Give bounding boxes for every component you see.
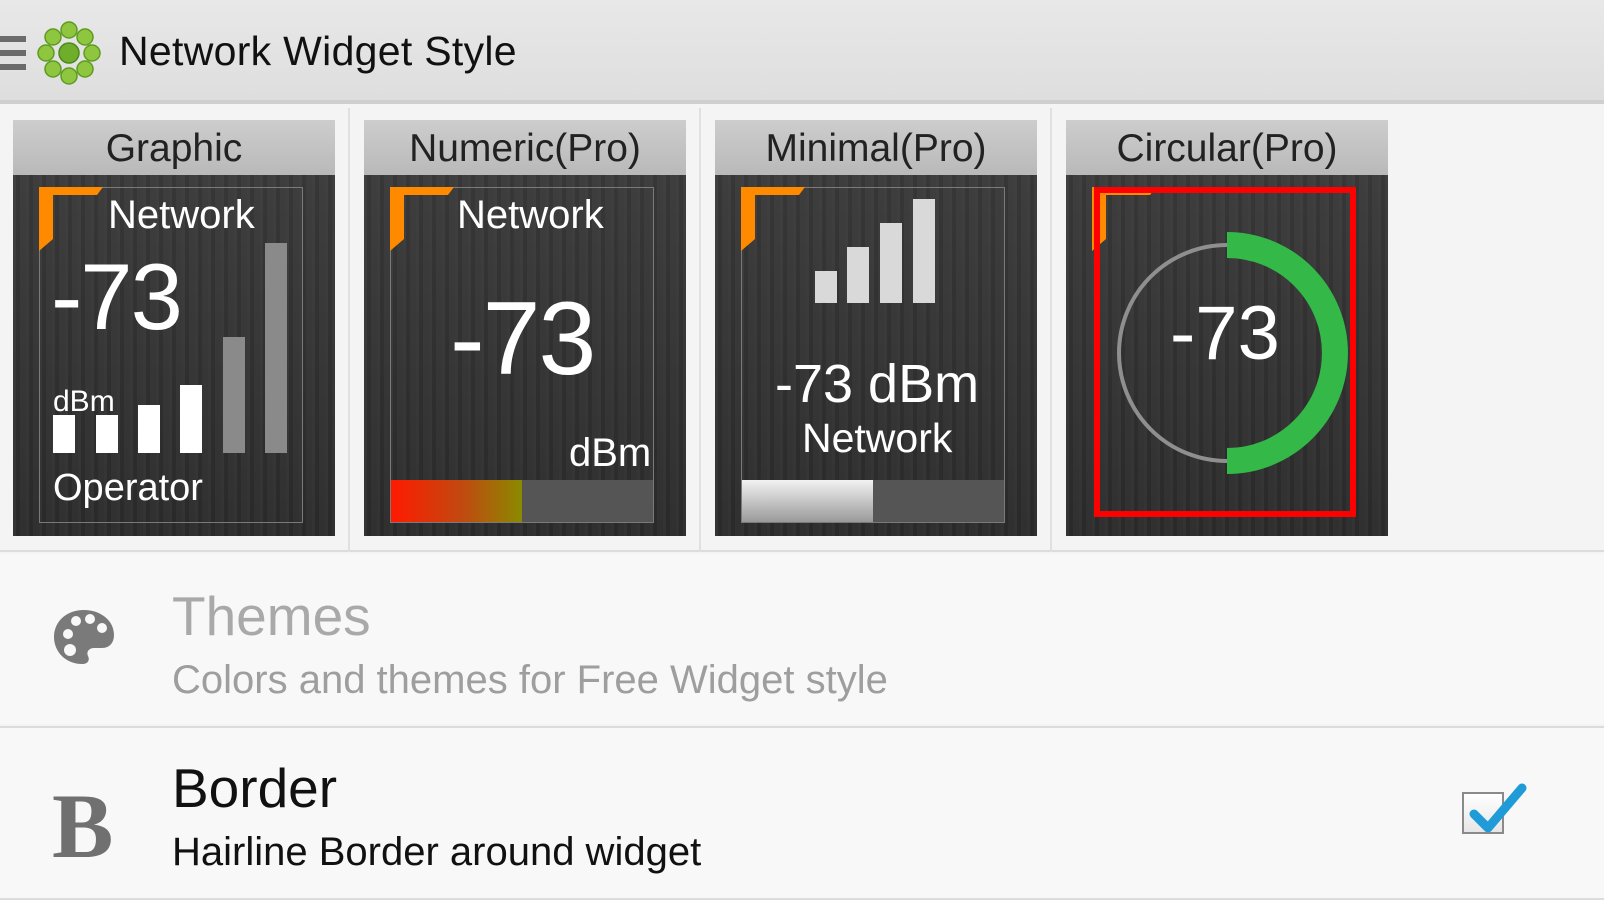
palette-icon [54,610,114,664]
widget-signal-value: -73 dBm [775,354,980,414]
border-checkbox[interactable] [1462,783,1527,834]
signal-bar [815,271,837,303]
themes-subtitle: Colors and themes for Free Widget style [172,658,888,702]
signal-bar [847,247,869,303]
signal-bar [265,243,287,453]
settings-row-border[interactable]: B Border Hairline Border around widget [0,728,1604,900]
signal-strength-bar [742,480,1004,522]
style-card-label: Circular(Pro) [1066,120,1388,175]
signal-bar [138,405,160,453]
style-card-label: Graphic [13,120,335,175]
signal-bar [880,223,902,303]
signal-strength-bar [391,480,653,522]
orange-corner-icon [390,187,454,251]
settings-row-themes[interactable]: Themes Colors and themes for Free Widget… [0,554,1604,724]
style-card-graphic[interactable]: Graphic Network -73 dBm Operator [13,120,335,536]
orange-corner-icon [741,187,805,251]
style-card-minimal[interactable]: Minimal(Pro) -73 dBm Network [715,120,1037,536]
page-title: Network Widget Style [119,28,517,74]
bold-b-icon: B [52,775,114,877]
signal-strength-fill [391,480,522,522]
column-divider [699,108,701,552]
widget-network-label: Network [108,193,255,237]
widget-preview: -73 [1066,175,1388,536]
widget-preview: Network -73 dBm [364,175,686,536]
signal-bar [96,415,118,453]
style-card-circular[interactable]: Circular(Pro) -73 [1066,120,1388,536]
widget-unit-label: dBm [53,385,115,418]
border-subtitle: Hairline Border around widget [172,830,702,874]
column-divider [1050,108,1052,552]
widget-signal-value: -73 [450,281,596,397]
checkmark-icon [1469,783,1527,833]
border-title: Border [172,757,338,819]
widget-preview: -73 dBm Network [715,175,1037,536]
signal-bar [53,415,75,453]
column-divider [348,108,350,552]
widget-network-label: Network [802,415,953,461]
widget-preview: Network -73 dBm Operator [13,175,335,536]
selected-style-frame [1094,187,1356,517]
widget-unit-label: dBm [569,431,652,475]
hamburger-menu-icon[interactable] [0,36,26,76]
orange-corner-icon [39,187,103,251]
signal-strength-fill [742,480,873,522]
app-logo-icon[interactable] [36,20,102,86]
signal-bar [913,199,935,303]
widget-network-label: Network [457,193,604,237]
themes-title: Themes [172,585,371,647]
widget-style-strip: Graphic Network -73 dBm Operator Numeric… [0,108,1604,552]
signal-bar [223,337,245,453]
style-card-label: Numeric(Pro) [364,120,686,175]
widget-operator-label: Operator [53,467,203,509]
style-card-label: Minimal(Pro) [715,120,1037,175]
style-card-numeric[interactable]: Numeric(Pro) Network -73 dBm [364,120,686,536]
signal-bar [180,385,202,453]
widget-signal-value: -73 [51,244,183,349]
action-bar: Network Widget Style [0,0,1604,104]
